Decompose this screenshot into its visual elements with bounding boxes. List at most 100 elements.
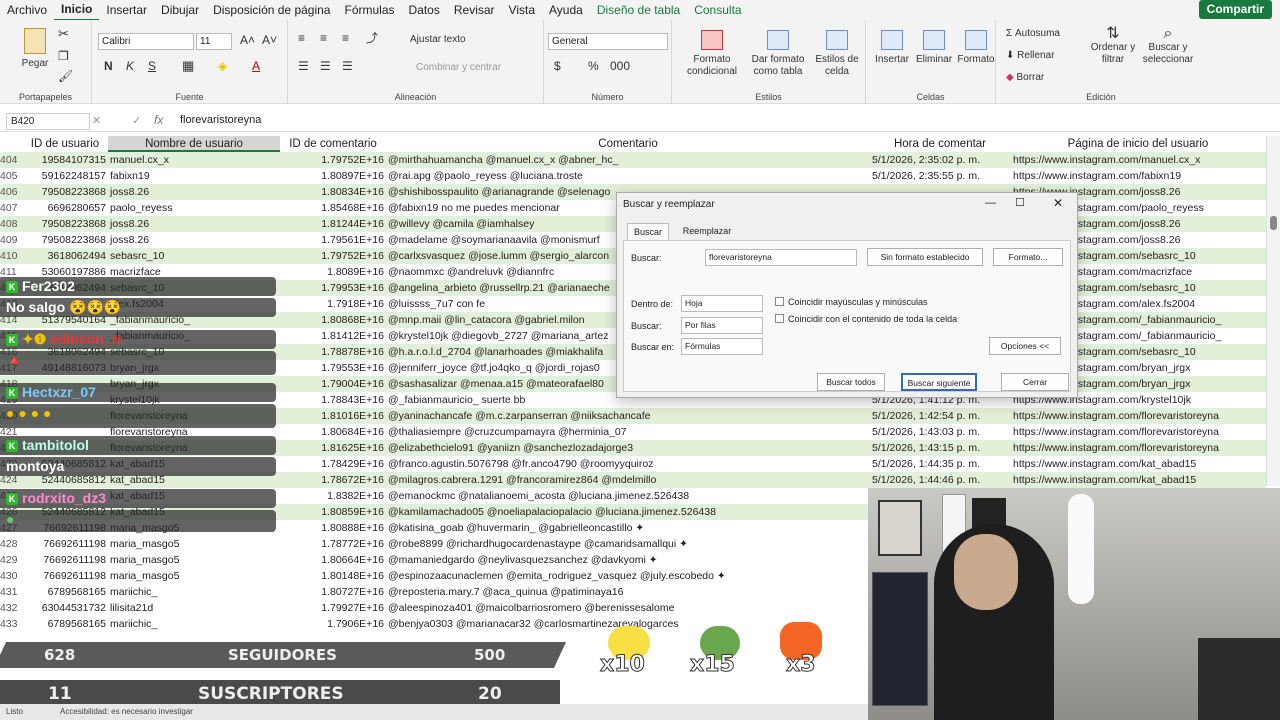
user-id-cell[interactable]: 6789568165 — [22, 616, 106, 632]
tab-find[interactable]: Buscar — [627, 223, 669, 241]
find-next-button[interactable]: Buscar siguiente — [901, 373, 977, 391]
comment-cell[interactable]: @mnp.maii @lin_catacora @gabriel.milon — [388, 312, 585, 328]
format-painter-icon[interactable]: 🖌 — [58, 70, 73, 82]
comment-cell[interactable]: @yaninachancafe @m.c.zarpanserran @niiks… — [388, 408, 651, 424]
header-comment[interactable]: Comentario — [386, 136, 870, 152]
menu-revisar[interactable]: Revisar — [447, 0, 502, 20]
sort-filter-button[interactable]: ⇅ Ordenar y filtrar — [1088, 26, 1138, 66]
align-left-icon[interactable]: ☰ — [298, 60, 309, 72]
clear-button[interactable]: ◆ Borrar — [1006, 72, 1044, 84]
row-number[interactable]: 432 — [0, 600, 22, 616]
user-id-cell[interactable]: 3618062494 — [22, 248, 106, 264]
options-button[interactable]: Opciones << — [989, 337, 1061, 355]
comma-style-icon[interactable]: 000 — [610, 60, 630, 72]
menu-formulas[interactable]: Fórmulas — [337, 0, 401, 20]
format-button[interactable]: Formato... — [993, 248, 1063, 266]
copy-icon[interactable]: ❐ — [58, 50, 69, 62]
comment-cell[interactable]: @aleespinoza401 @maicolbarriosromero @be… — [388, 600, 674, 616]
row-number[interactable]: 410 — [0, 248, 22, 264]
menu-inicio[interactable]: Inicio — [54, 0, 100, 21]
look-in-select[interactable]: Fórmulas — [681, 338, 763, 355]
user-id-cell[interactable]: 19584107315 — [22, 152, 106, 168]
comment-id-cell[interactable]: 1.81016E+16 — [320, 408, 384, 424]
comment-cell[interactable]: @willevy @camila @iamhalsey — [388, 216, 534, 232]
username-cell[interactable]: maria_masgo5 — [110, 536, 179, 552]
comment-cell[interactable]: @shishibosspaulito @arianagrande @selena… — [388, 184, 610, 200]
underline-icon[interactable]: S — [148, 60, 156, 72]
homepage-cell[interactable]: https://www.instagram.com/kat_abad15 — [1013, 472, 1196, 488]
format-as-table-button[interactable]: Dar formato como tabla — [746, 30, 810, 78]
fx-icon[interactable]: fx — [154, 113, 163, 127]
delete-cells-button[interactable]: Eliminar — [912, 30, 956, 66]
menu-ayuda[interactable]: Ayuda — [542, 0, 590, 20]
comment-id-cell[interactable]: 1.7918E+16 — [320, 296, 384, 312]
fill-color-icon[interactable]: ◈ — [218, 60, 227, 72]
comment-id-cell[interactable]: 1.80859E+16 — [320, 504, 384, 520]
maximize-icon[interactable]: ☐ — [1015, 196, 1025, 209]
username-cell[interactable]: sebasrc_10 — [110, 248, 164, 264]
comment-cell[interactable]: @angelina_arbieto @russellrp.21 @arianae… — [388, 280, 610, 296]
homepage-cell[interactable]: https://www.instagram.com/manuel.cx_x — [1013, 152, 1200, 168]
within-select[interactable]: Hoja — [681, 295, 763, 312]
comment-id-cell[interactable]: 1.78878E+16 — [320, 344, 384, 360]
comment-id-cell[interactable]: 1.79561E+16 — [320, 232, 384, 248]
header-time[interactable]: Hora de comentar — [870, 136, 1010, 152]
align-right-icon[interactable]: ☰ — [342, 60, 353, 72]
comment-id-cell[interactable]: 1.79553E+16 — [320, 360, 384, 376]
search-order-select[interactable]: Por filas — [681, 317, 763, 334]
comment-id-cell[interactable]: 1.80684E+16 — [320, 424, 384, 440]
row-number[interactable]: 433 — [0, 616, 22, 632]
comment-cell[interactable]: @mirthahuamancha @manuel.cx_x @abner_hc_ — [388, 152, 618, 168]
share-button[interactable]: Compartir — [1198, 0, 1272, 19]
user-id-cell[interactable]: 76692611198 — [22, 552, 106, 568]
homepage-cell[interactable]: https://www.instagram.com/kat_abad15 — [1013, 456, 1196, 472]
time-cell[interactable]: 5/1/2026, 2:35:02 p. m. — [872, 152, 980, 168]
font-color-icon[interactable]: A — [252, 60, 260, 72]
formula-input[interactable]: florevaristoreyna — [180, 114, 261, 126]
comment-id-cell[interactable]: 1.8382E+16 — [320, 488, 384, 504]
match-case-checkbox[interactable] — [775, 297, 784, 306]
comment-cell[interactable]: @jenniferr_joyce @tf.jo4qko_q @jordi_roj… — [388, 360, 600, 376]
header-username[interactable]: Nombre de usuario — [108, 136, 280, 152]
menu-disposicion[interactable]: Disposición de página — [206, 0, 337, 20]
comment-id-cell[interactable]: 1.78672E+16 — [320, 472, 384, 488]
username-cell[interactable]: manuel.cx_x — [110, 152, 169, 168]
orientation-icon[interactable]: ⤴ — [366, 32, 378, 44]
align-center-icon[interactable]: ☰ — [320, 60, 331, 72]
username-cell[interactable]: maria_masgo5 — [110, 568, 179, 584]
close-icon[interactable]: ✕ — [1053, 196, 1063, 210]
percent-icon[interactable]: % — [588, 60, 599, 72]
user-id-cell[interactable]: 79508223868 — [22, 216, 106, 232]
match-cell-checkbox[interactable] — [775, 314, 784, 323]
user-id-cell[interactable]: 79508223868 — [22, 232, 106, 248]
comment-cell[interactable]: @fabixn19 no me puedes mencionar — [388, 200, 560, 216]
currency-icon[interactable]: $ — [554, 60, 561, 72]
borders-icon[interactable]: ▦ — [182, 59, 194, 72]
row-number[interactable]: 428 — [0, 536, 22, 552]
comment-cell[interactable]: @mamaniedgardo @neylivasquezsanchez @dav… — [388, 552, 658, 568]
homepage-cell[interactable]: https://www.instagram.com/florevaristore… — [1013, 424, 1219, 440]
homepage-cell[interactable]: https://www.instagram.com/fabixn19 — [1013, 168, 1181, 184]
time-cell[interactable]: 5/1/2026, 1:42:54 p. m. — [872, 408, 980, 424]
row-number[interactable]: 431 — [0, 584, 22, 600]
username-cell[interactable]: joss8.26 — [110, 184, 149, 200]
cell-styles-button[interactable]: Estilos de celda — [812, 30, 862, 78]
comment-cell[interactable]: @rai.apg @paolo_reyess @luciana.troste — [388, 168, 583, 184]
comment-id-cell[interactable]: 1.78772E+16 — [320, 536, 384, 552]
user-id-cell[interactable]: 59162248157 — [22, 168, 106, 184]
cancel-icon[interactable]: ✕ — [92, 114, 101, 127]
time-cell[interactable]: 5/1/2026, 1:44:46 p. m. — [872, 472, 980, 488]
user-id-cell[interactable]: 6789568165 — [22, 584, 106, 600]
shrink-font-icon[interactable]: A˅ — [262, 34, 277, 46]
bold-icon[interactable]: N — [104, 60, 113, 72]
comment-cell[interactable]: @luissss_7u7 con fe — [388, 296, 485, 312]
menu-vista[interactable]: Vista — [502, 0, 542, 20]
username-cell[interactable]: joss8.26 — [110, 232, 149, 248]
cut-icon[interactable]: ✂ — [58, 27, 69, 40]
comment-cell[interactable]: @katisina_goab @huvermarin_ @gabrielleon… — [388, 520, 644, 536]
autosum-button[interactable]: Σ Autosuma — [1006, 28, 1060, 40]
comment-id-cell[interactable]: 1.7906E+16 — [320, 616, 384, 632]
grow-font-icon[interactable]: A˄ — [240, 34, 255, 46]
comment-id-cell[interactable]: 1.85468E+16 — [320, 200, 384, 216]
row-number[interactable]: 404 — [0, 152, 22, 168]
